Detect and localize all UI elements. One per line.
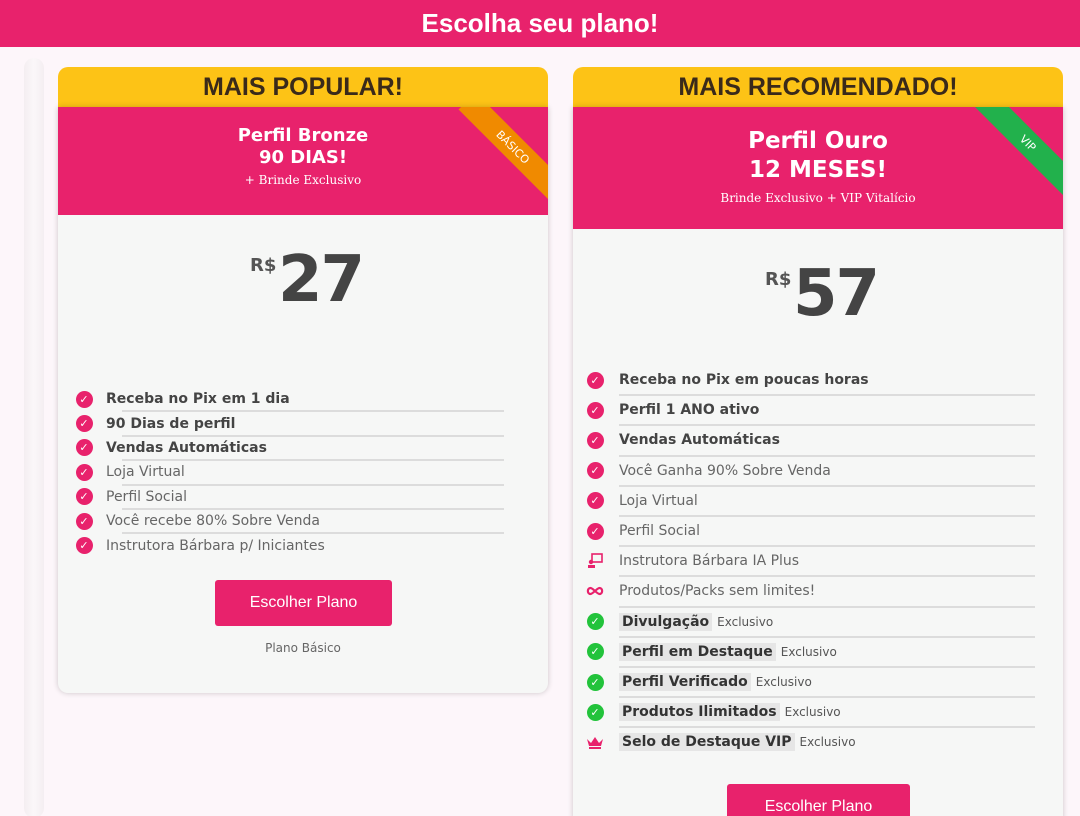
plan-name: Perfil Ouro — [748, 128, 888, 154]
feature-item: ✓ Receba no Pix em 1 dia — [74, 387, 494, 411]
feature-label: Perfil Verificado — [619, 673, 751, 692]
price: R$ 57 — [573, 229, 1063, 331]
feature-label: Você recebe 80% Sobre Venda — [106, 513, 320, 530]
feature-item: ✓ Perfil em Destaque Exclusivo — [585, 637, 1037, 667]
feature-label: Loja Virtual — [106, 464, 185, 481]
feature-label: Instrutora Bárbara IA Plus — [619, 553, 800, 570]
feature-item: ✓ Divulgação Exclusivo — [585, 607, 1037, 637]
page-title: Escolha seu plano! — [421, 8, 659, 38]
feature-list: ✓ Receba no Pix em 1 dia ✓ 90 Dias de perfi… — [74, 387, 504, 567]
feature-item: Selo de Destaque VIP Exclusivo — [585, 727, 1037, 757]
plan-card-ouro: MAIS RECOMENDADO! Perfil Ouro 12 MESES! … — [573, 67, 1063, 816]
plan-header: Perfil Ouro 12 MESES! Brinde Exclusivo +… — [573, 107, 1063, 229]
feature-item: Instrutora Bárbara IA Plus — [585, 546, 1037, 576]
currency: R$ — [250, 255, 277, 276]
feature-item: ✓ Você Ganha 90% Sobre Venda — [585, 456, 1037, 486]
feature-item: ✓ Loja Virtual — [585, 486, 1037, 516]
choose-plan-button[interactable]: Escolher Plano — [215, 580, 392, 626]
check-icon: ✓ — [74, 511, 94, 531]
plan-panel: Perfil Bronze 90 DIAS! + Brinde Exclusiv… — [58, 107, 548, 693]
ribbon-label: VIP — [1017, 132, 1039, 154]
crown-icon — [585, 732, 605, 752]
exclusive-tag: Exclusivo — [799, 735, 856, 750]
plan-duration: 90 DIAS! — [258, 147, 348, 168]
check-icon: ✓ — [585, 430, 605, 450]
feature-item: ✓ Instrutora Bárbara p/ Iniciantes — [74, 533, 494, 557]
feature-label: Você Ganha 90% Sobre Venda — [619, 462, 831, 479]
scroll-rail — [24, 58, 44, 816]
feature-item: Produtos/Packs sem limites! — [585, 576, 1037, 606]
feature-label: Perfil Social — [106, 488, 187, 505]
check-icon: ✓ — [74, 487, 94, 507]
exclusive-tag: Exclusivo — [755, 675, 812, 690]
plan-bonus: Brinde Exclusivo + VIP Vitalício — [720, 191, 916, 205]
check-icon: ✓ — [585, 400, 605, 420]
feature-item: ✓ Vendas Automáticas — [585, 425, 1037, 455]
check-icon: ✓ — [585, 491, 605, 511]
price: R$ 27 — [58, 215, 548, 317]
feature-label: Divulgação — [619, 612, 713, 631]
check-icon: ✓ — [74, 462, 94, 482]
green-check-icon: ✓ — [585, 672, 605, 692]
feature-item: ✓ 90 Dias de perfil — [74, 411, 494, 435]
page-header: Escolha seu plano! — [0, 0, 1080, 47]
plan-header: Perfil Bronze 90 DIAS! + Brinde Exclusiv… — [58, 107, 548, 215]
feature-item: ✓ Perfil Verificado Exclusivo — [585, 667, 1037, 697]
price-amount: 27 — [278, 243, 365, 317]
feature-label: Receba no Pix em 1 dia — [106, 391, 290, 408]
feature-label: Perfil 1 ANO ativo — [619, 402, 760, 419]
feature-label: 90 Dias de perfil — [106, 415, 236, 432]
feature-item: ✓ Perfil Social — [74, 485, 494, 509]
check-icon: ✓ — [585, 461, 605, 481]
teacher-icon — [585, 551, 605, 571]
feature-label: Loja Virtual — [619, 492, 698, 509]
feature-item: ✓ Loja Virtual — [74, 460, 494, 484]
choose-plan-button[interactable]: Escolher Plano — [727, 784, 910, 816]
feature-item: ✓ Produtos Ilimitados Exclusivo — [585, 697, 1037, 727]
feature-item: ✓ Você recebe 80% Sobre Venda — [74, 509, 494, 533]
feature-label: Vendas Automáticas — [619, 432, 780, 449]
plan-panel: Perfil Ouro 12 MESES! Brinde Exclusivo +… — [573, 107, 1063, 816]
green-check-icon: ✓ — [585, 612, 605, 632]
feature-label: Produtos Ilimitados — [619, 703, 780, 722]
price-amount: 57 — [793, 257, 880, 331]
plan-tag: MAIS RECOMENDADO! — [573, 67, 1063, 107]
feature-label: Perfil em Destaque — [619, 642, 776, 661]
check-icon: ✓ — [585, 370, 605, 390]
plan-card-bronze: MAIS POPULAR! Perfil Bronze 90 DIAS! + B… — [58, 67, 548, 693]
feature-label: Vendas Automáticas — [106, 439, 267, 456]
feature-item: ✓ Receba no Pix em poucas horas — [585, 365, 1037, 395]
feature-label: Perfil Social — [619, 523, 700, 540]
feature-item: ✓ Perfil 1 ANO ativo — [585, 395, 1037, 425]
feature-label: Selo de Destaque VIP — [619, 733, 795, 752]
feature-label: Produtos/Packs sem limites! — [619, 583, 816, 600]
check-icon: ✓ — [74, 438, 94, 458]
exclusive-tag: Exclusivo — [784, 705, 841, 720]
plan-tag: MAIS POPULAR! — [58, 67, 548, 107]
feature-item: ✓ Perfil Social — [585, 516, 1037, 546]
feature-label: Receba no Pix em poucas horas — [619, 372, 869, 389]
infinity-icon — [585, 581, 605, 601]
check-icon: ✓ — [74, 536, 94, 556]
check-icon: ✓ — [74, 389, 94, 409]
currency: R$ — [765, 269, 792, 290]
exclusive-tag: Exclusivo — [717, 614, 774, 629]
feature-label: Instrutora Bárbara p/ Iniciantes — [106, 537, 325, 554]
exclusive-tag: Exclusivo — [780, 644, 837, 659]
check-icon: ✓ — [585, 521, 605, 541]
plan-name: Perfil Bronze — [237, 125, 369, 146]
plan-note: Plano Básico — [265, 641, 341, 655]
green-check-icon: ✓ — [585, 642, 605, 662]
feature-item: ✓ Vendas Automáticas — [74, 436, 494, 460]
green-check-icon: ✓ — [585, 702, 605, 722]
plan-bonus: + Brinde Exclusivo — [244, 173, 362, 187]
check-icon: ✓ — [74, 414, 94, 434]
feature-list: ✓ Receba no Pix em poucas horas ✓ Perfil 1 … — [585, 365, 1037, 765]
plan-duration: 12 MESES! — [749, 157, 887, 183]
